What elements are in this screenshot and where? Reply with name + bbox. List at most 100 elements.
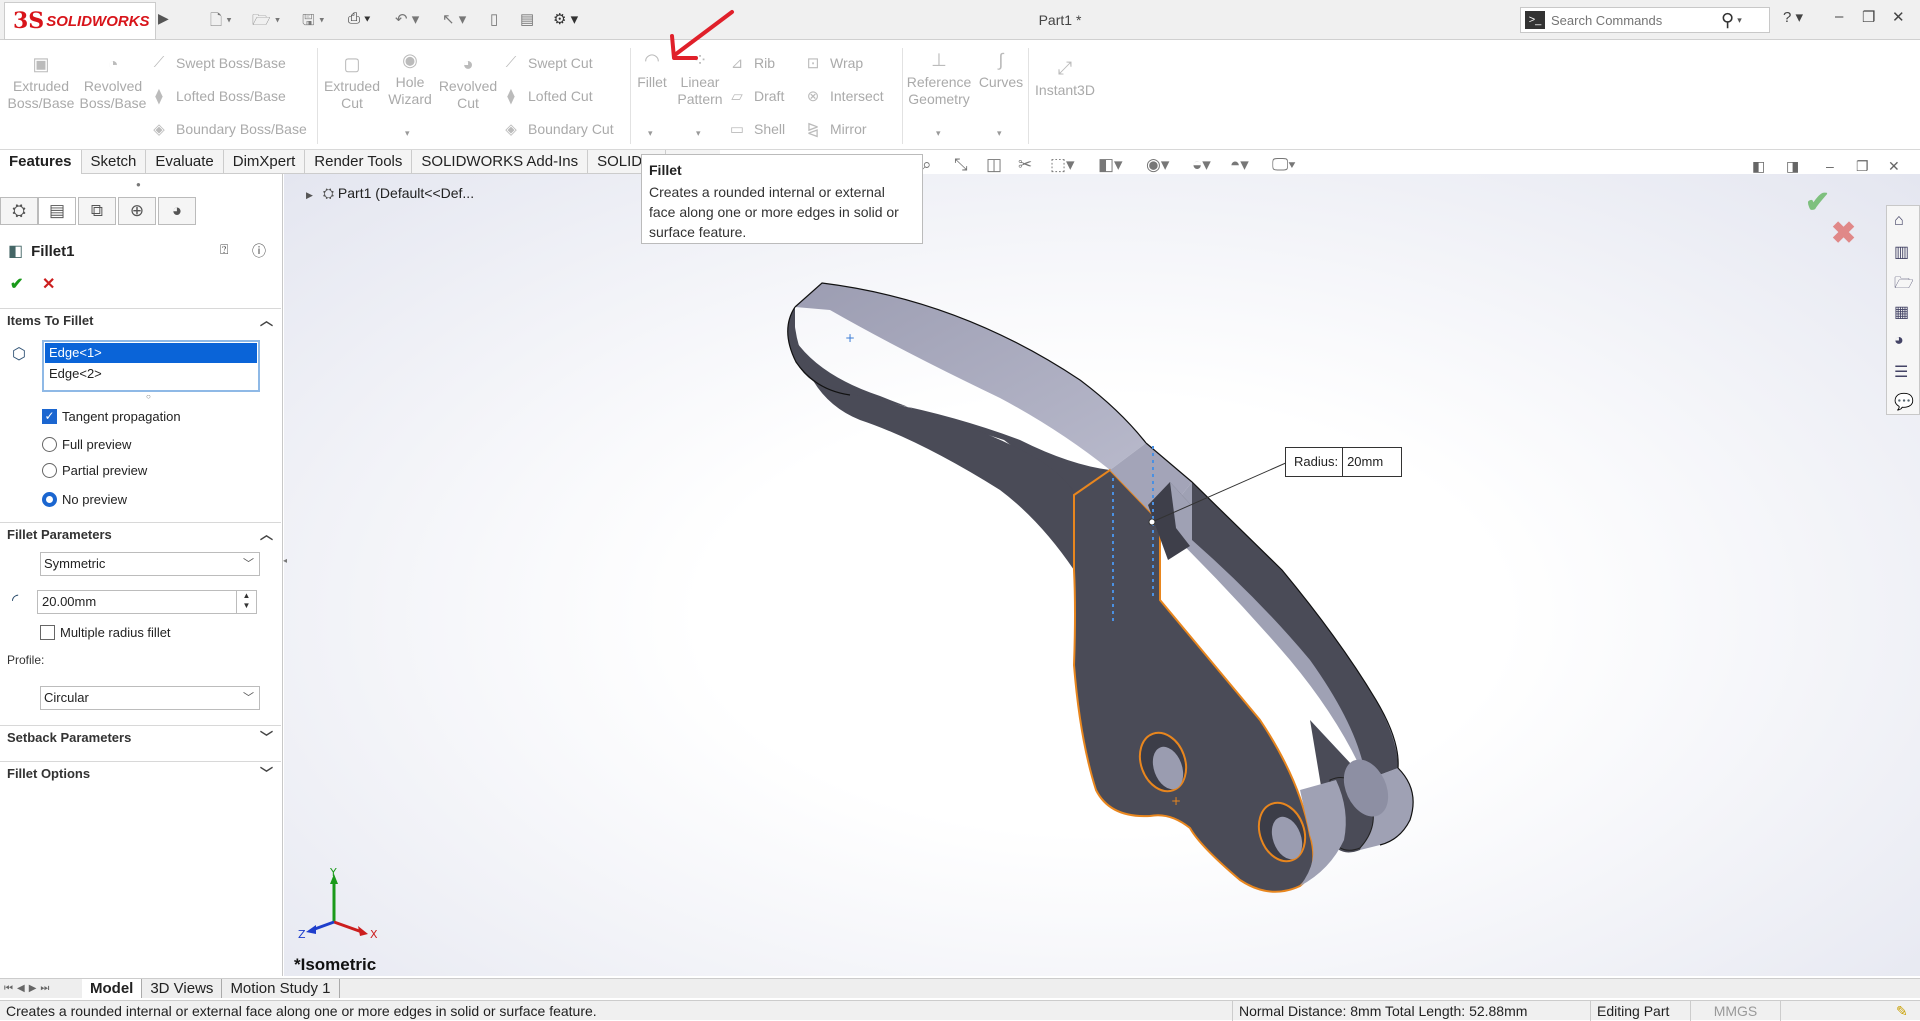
close-window-icon[interactable]: ✕ — [1892, 8, 1905, 26]
draft-button[interactable]: ▱ Draft — [728, 87, 784, 105]
options-gear-icon[interactable]: ⚙ ▾ — [553, 10, 578, 30]
tab-solidworks-addins[interactable]: SOLIDWORKS Add-Ins — [412, 150, 589, 174]
search-commands[interactable]: >_ ⚲ ▾ — [1520, 7, 1770, 33]
list-resize-handle-icon[interactable]: ○ — [146, 392, 151, 401]
chevron-down-icon[interactable]: ﹀ — [243, 553, 254, 575]
zoom-to-fit-icon[interactable]: ⌕ — [922, 155, 932, 175]
intersect-button[interactable]: ⊗ Intersect — [804, 87, 884, 105]
expand-chevron-icon[interactable]: ﹀ — [260, 726, 273, 750]
apply-scene-icon[interactable]: ◓▾ — [1230, 155, 1249, 175]
revolved-boss-button[interactable]: ◔ Revolved Boss/Base — [78, 55, 148, 112]
viewport-minimize-icon[interactable]: – — [1826, 158, 1834, 174]
search-input[interactable] — [1551, 12, 1721, 28]
radius-value[interactable]: 20.00mm — [42, 594, 96, 609]
feature-manager-tab-icon[interactable]: ⛭ — [0, 197, 38, 225]
search-dropdown-icon[interactable]: ▾ — [1737, 15, 1742, 26]
configuration-manager-tab-icon[interactable]: ⧉ — [78, 197, 116, 225]
edit-appearance-icon[interactable]: ◒▾ — [1192, 155, 1211, 175]
edge-selection-list[interactable]: Edge<1> Edge<2> — [42, 340, 260, 392]
radio-icon[interactable] — [42, 463, 57, 478]
view-settings-icon[interactable]: 🖵▾ — [1272, 155, 1296, 175]
revolved-cut-button[interactable]: ◕ Revolved Cut — [438, 55, 498, 112]
new-document-icon[interactable]: 🗋 ▾ — [210, 10, 232, 30]
radius-spinner[interactable]: ▲ ▼ — [236, 591, 256, 613]
extruded-boss-button[interactable]: ▣ Extruded Boss/Base — [6, 55, 76, 112]
tile-left-icon[interactable]: ◧ — [1752, 158, 1765, 175]
viewport-close-icon[interactable]: ✕ — [1888, 158, 1900, 175]
section-view-icon[interactable]: ✂ — [1018, 155, 1032, 175]
tab-motion-study[interactable]: Motion Study 1 — [222, 979, 340, 998]
swept-boss-button[interactable]: ⟋ Swept Boss/Base — [150, 54, 286, 71]
collapse-chevron-icon[interactable]: ︿ — [260, 309, 273, 333]
fillet-options-header[interactable]: Fillet Options ﹀ — [0, 761, 281, 785]
collapse-chevron-icon[interactable]: ︿ — [260, 523, 273, 547]
cancel-x-icon[interactable]: ✕ — [42, 274, 55, 294]
tab-evaluate[interactable]: Evaluate — [146, 150, 224, 174]
radius-callout[interactable]: Radius: 20mm — [1285, 447, 1403, 477]
undo-icon[interactable]: ↶ ▾ — [395, 10, 419, 30]
file-properties-icon[interactable]: ▤ — [520, 10, 534, 30]
checkbox-checked-icon[interactable]: ✓ — [42, 409, 57, 424]
previous-view-icon[interactable]: ◫ — [986, 155, 1002, 175]
items-to-fillet-header[interactable]: Items To Fillet ︿ — [0, 308, 281, 332]
tab-3d-views[interactable]: 3D Views — [142, 979, 223, 998]
radius-input[interactable]: 20.00mm ▲ ▼ — [37, 590, 257, 614]
extruded-cut-button[interactable]: ▢ Extruded Cut — [318, 55, 386, 112]
panel-splitter-icon[interactable]: ● — [136, 180, 141, 189]
restore-icon[interactable]: ❐ — [1862, 8, 1875, 26]
swept-cut-button[interactable]: ⟋ Swept Cut — [502, 54, 593, 71]
first-tab-icon[interactable]: ⏮ — [4, 983, 13, 994]
shell-button[interactable]: ▭ Shell — [728, 120, 785, 138]
dimxpert-manager-tab-icon[interactable]: ⊕ — [118, 197, 156, 225]
no-preview-radio[interactable]: No preview — [42, 492, 127, 507]
zoom-area-icon[interactable]: ⤡ — [954, 155, 968, 175]
help-icon[interactable]: ? ▾ — [1783, 8, 1803, 26]
tab-dimxpert[interactable]: DimXpert — [224, 150, 306, 174]
display-manager-tab-icon[interactable]: ◕ — [158, 197, 196, 225]
next-tab-icon[interactable]: ▶ — [29, 983, 37, 994]
save-icon[interactable]: 🖫 ▾ — [302, 10, 325, 30]
hole-wizard-dropdown-icon[interactable]: ▾ — [405, 128, 410, 139]
prev-tab-icon[interactable]: ◀ — [17, 983, 25, 994]
viewport-restore-icon[interactable]: ❐ — [1856, 158, 1869, 175]
rebuild-icon[interactable]: ▯ — [490, 10, 498, 30]
reference-geometry-dropdown-icon[interactable]: ▾ — [936, 128, 941, 139]
multiple-radius-checkbox[interactable]: Multiple radius fillet — [40, 625, 171, 640]
lofted-cut-button[interactable]: ⧫ Lofted Cut — [502, 87, 592, 105]
ok-check-icon[interactable]: ✔ — [10, 274, 23, 294]
radio-selected-icon[interactable] — [42, 492, 57, 507]
select-icon[interactable]: ↖ ▾ — [442, 10, 466, 30]
boundary-cut-button[interactable]: ◈ Boundary Cut — [502, 120, 613, 138]
view-orientation-icon[interactable]: ⬚▾ — [1050, 155, 1075, 175]
boundary-boss-button[interactable]: ◈ Boundary Boss/Base — [150, 120, 307, 138]
tile-right-icon[interactable]: ◨ — [1786, 158, 1799, 175]
list-item[interactable]: Edge<2> — [45, 364, 257, 384]
tab-render-tools[interactable]: Render Tools — [305, 150, 413, 174]
expand-chevron-icon[interactable]: ﹀ — [260, 762, 273, 786]
hide-show-items-icon[interactable]: ◉▾ — [1146, 155, 1169, 175]
tangent-propagation-checkbox[interactable]: ✓ Tangent propagation — [42, 409, 181, 424]
last-tab-icon[interactable]: ⏭ — [40, 983, 49, 994]
reference-geometry-button[interactable]: ⊥ Reference Geometry — [904, 51, 974, 108]
list-item[interactable]: Edge<1> — [45, 343, 257, 363]
rebuild-status-icon[interactable]: ✎ — [1890, 1001, 1914, 1021]
setback-parameters-header[interactable]: Setback Parameters ﹀ — [0, 725, 281, 749]
search-icon[interactable]: ⚲ — [1721, 10, 1734, 31]
chevron-down-icon[interactable]: ﹀ — [243, 687, 254, 709]
whats-wrong-help-icon[interactable]: ⍰ — [220, 241, 228, 258]
tab-sketch[interactable]: Sketch — [82, 150, 147, 174]
display-style-icon[interactable]: ◧▾ — [1098, 155, 1123, 175]
tab-features[interactable]: Features — [0, 150, 82, 174]
curves-button[interactable]: ∫ Curves — [976, 51, 1026, 91]
solidworks-logo[interactable]: 3S SOLIDWORKS — [4, 2, 156, 40]
radio-icon[interactable] — [42, 437, 57, 452]
radius-callout-value[interactable]: 20mm — [1343, 448, 1401, 476]
wrap-button[interactable]: ⊡ Wrap — [804, 54, 864, 72]
checkbox-unchecked-icon[interactable] — [40, 625, 55, 640]
curves-dropdown-icon[interactable]: ▾ — [997, 128, 1002, 139]
fillet-method-select[interactable]: Symmetric ﹀ — [40, 552, 260, 576]
linear-pattern-dropdown-icon[interactable]: ▾ — [696, 128, 701, 139]
panel-collapse-handle-icon[interactable]: ◂ — [283, 556, 287, 565]
full-preview-radio[interactable]: Full preview — [42, 437, 131, 452]
print-icon[interactable]: ⎙ ▾ — [348, 10, 370, 30]
